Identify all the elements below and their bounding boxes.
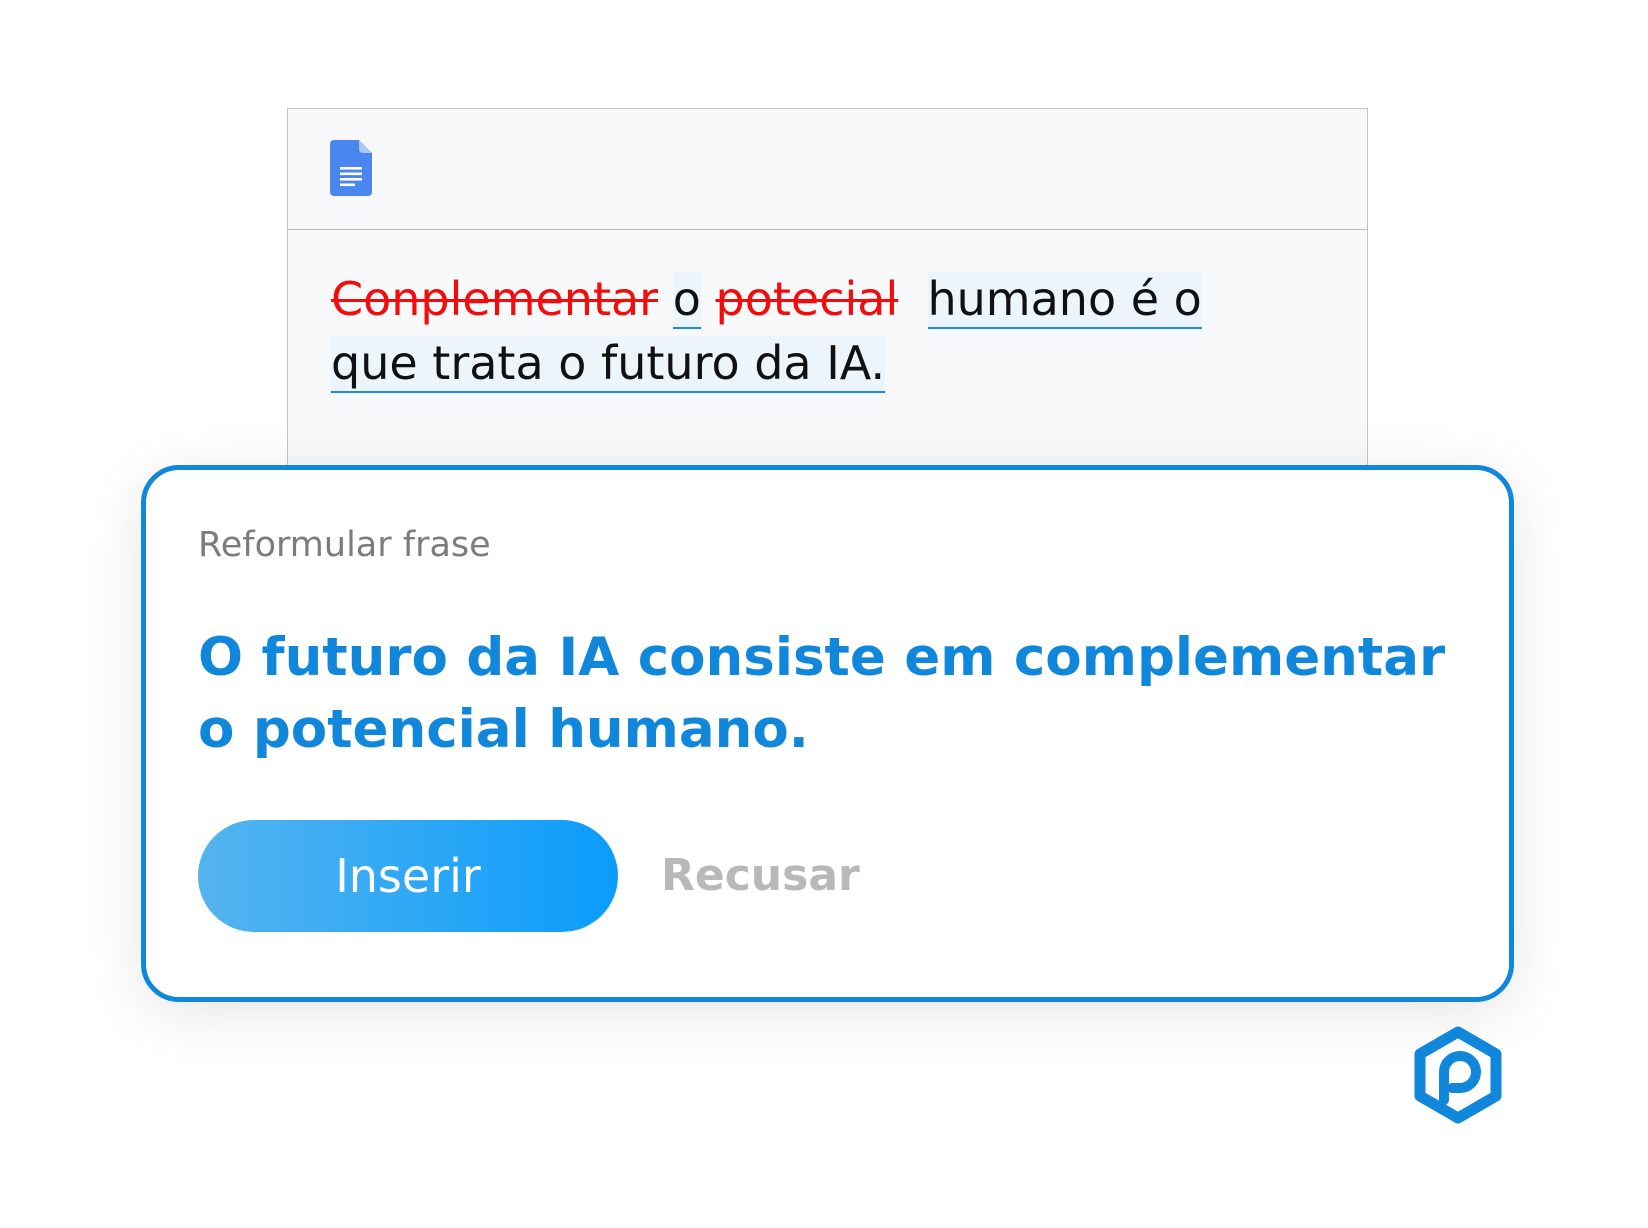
- highlighted-text: humano é o: [927, 272, 1202, 329]
- deleted-word: potecial: [715, 272, 899, 326]
- document-text[interactable]: Conplementar o potecial humano é o que tr…: [331, 267, 1291, 395]
- panel-title: Reformular frase: [198, 525, 491, 565]
- document-header: [288, 109, 1367, 230]
- insert-button[interactable]: Inserir: [198, 820, 618, 932]
- hexagon-p-logo-icon: [1414, 1026, 1502, 1124]
- highlighted-word: o: [672, 272, 701, 329]
- rephrase-suggestion-panel: Reformular frase O futuro da IA consiste…: [141, 465, 1514, 1002]
- deleted-word: Conplementar: [331, 272, 659, 326]
- highlighted-text: que trata o futuro da IA.: [331, 336, 886, 393]
- suggested-sentence: O futuro da IA consiste em complementar …: [198, 627, 1446, 760]
- decline-button[interactable]: Recusar: [661, 820, 860, 932]
- stage: Conplementar o potecial humano é o que tr…: [0, 0, 1648, 1228]
- google-docs-icon: [330, 140, 372, 196]
- document-card: Conplementar o potecial humano é o que tr…: [287, 108, 1368, 468]
